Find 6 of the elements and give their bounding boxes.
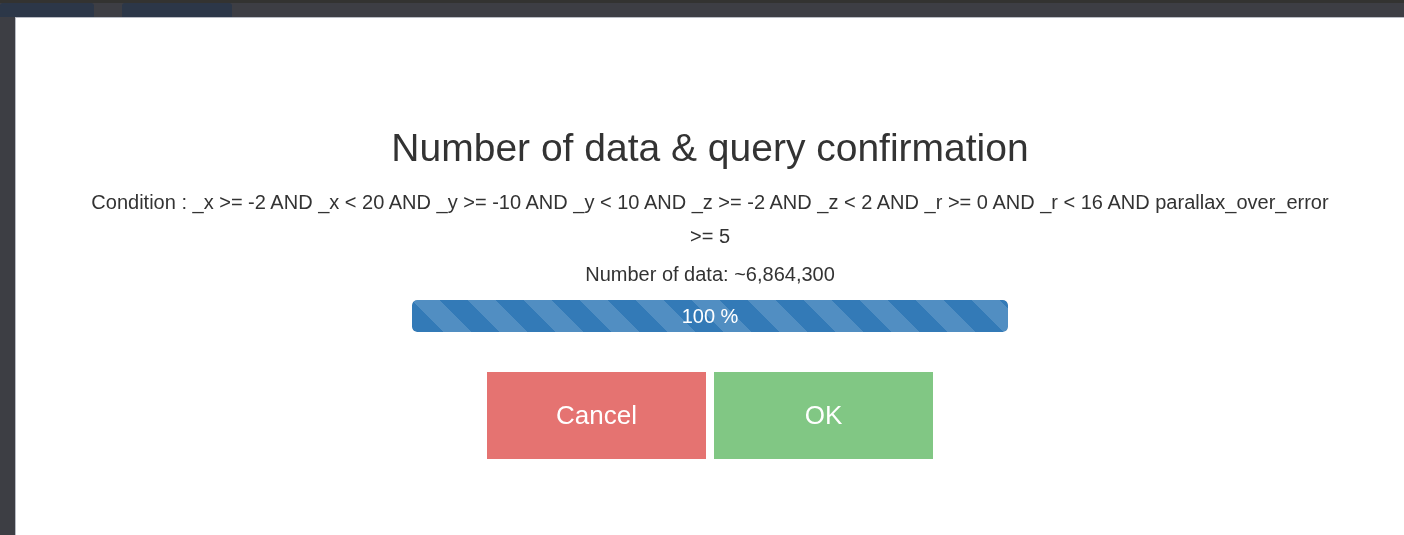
condition-text: Condition : _x >= -2 AND _x < 20 AND _y >= -10 AND _y < 10 AND _z >= -2 AND _z < 2 AND _r >= 0 AND _r < 16 AND parallax_over_error >= 5	[90, 190, 1330, 249]
dialog-title: Number of data & query confirmation	[391, 127, 1029, 169]
cancel-button[interactable]: Cancel	[487, 372, 706, 459]
data-count-text: Number of data: ~6,864,300	[585, 262, 835, 287]
ok-button[interactable]: OK	[714, 372, 933, 459]
progress-label: 100 %	[681, 304, 739, 328]
